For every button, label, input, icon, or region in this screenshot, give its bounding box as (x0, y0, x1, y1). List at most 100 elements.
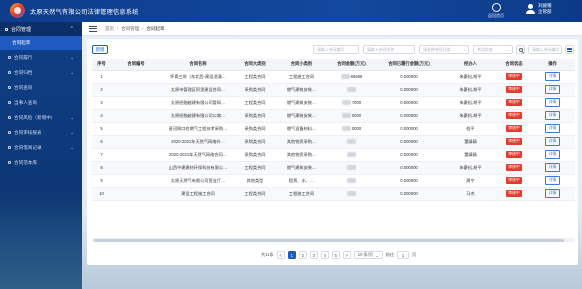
contract-code-cell (111, 96, 161, 110)
detail-button[interactable]: 详情 (545, 98, 560, 107)
doc-icon (8, 146, 11, 149)
goto-label: 前往 (385, 252, 395, 257)
page-button[interactable]: 4 (320, 251, 329, 259)
doc-icon (8, 161, 11, 164)
table-row[interactable]: 2 太原市管理区阿里建设合同… 采购类合同 燃气建筑安装… 0.000000 朱豪松,胡平… (92, 83, 575, 97)
amount-cell (328, 187, 375, 201)
breadcrumb-home[interactable]: 首页 (105, 26, 114, 32)
contract-status-select[interactable]: 合同状态 ⌄ (473, 45, 513, 54)
contract-code-cell (111, 135, 161, 149)
sidebar-item-query[interactable]: 合同查询 (0, 80, 82, 95)
page-button[interactable]: 2 (298, 251, 307, 259)
home-action[interactable]: 返回首页 (488, 3, 504, 20)
sidebar-item-borrow[interactable]: 合同借阅记录 ⌄ (0, 140, 82, 155)
detail-button[interactable]: 详情 (545, 176, 560, 185)
row-number: 1 (92, 70, 111, 84)
column-settings-button[interactable] (565, 45, 574, 54)
detail-button[interactable]: 详情 (545, 137, 560, 146)
nav-group-header[interactable]: 合同管理 ⌃ (0, 22, 82, 36)
contract-name-cell: 山西中建建材环保科技有限公… (161, 161, 235, 175)
performed-amount-cell: 0.000000 (375, 109, 443, 123)
table-row[interactable]: 4 太原经融越建有限公司公墩… 采购类合同 燃气建筑安装… 0000 0.000000 朱豪… (92, 109, 575, 123)
sidebar-item-report[interactable]: 合同审核报表 ⌄ (0, 125, 82, 140)
contract-name-cell: 太原经融越建有限公司公墩… (161, 109, 235, 123)
minor-category-text: 其他物资采购… (286, 151, 317, 157)
major-category-text: 采购类合同 (244, 151, 266, 157)
table-row[interactable]: 5 晋河周口也燃气工程技术采购… 采购类合同 燃气设备材料… 0000 0.000000 档… (92, 122, 575, 136)
handler-text: 朱豪松,胡平 (459, 73, 482, 79)
breadcrumb-contract-management[interactable]: 合同管理 (121, 26, 139, 32)
add-button[interactable]: 新增 (92, 45, 108, 54)
search-button[interactable] (516, 45, 525, 54)
contract-code-cell (111, 161, 161, 175)
major-category-text: 工程类合同 (244, 164, 266, 170)
table-row[interactable]: 9 太原天然气有限公司营业厅… 其他类型 租赁、水、… 0.000000 周宁 审核中 详情 (92, 174, 575, 188)
status-badge: 审核中 (506, 86, 522, 93)
prev-page-button[interactable]: < (276, 251, 285, 259)
table-body: 1 怀青三岸（东北西-建设池涌… 工程类合同 工程施工合同 66696 0.000000 朱… (92, 70, 575, 201)
column-header: 经办人 (443, 59, 498, 71)
scrollbar-thumb[interactable] (94, 238, 564, 242)
table-row[interactable]: 1 怀青三岸（东北西-建设池涌… 工程类合同 工程施工合同 66696 0.000000 朱… (92, 70, 575, 84)
page-button[interactable]: 5 (331, 251, 340, 259)
minor-category-text: 工程施工合同 (288, 190, 315, 196)
detail-button[interactable]: 详情 (545, 189, 560, 198)
doc-icon (8, 86, 11, 89)
minor-category-text: 燃气建筑安装… (286, 164, 317, 170)
breadcrumb-current: 合同起草 (146, 25, 165, 31)
user-menu[interactable]: 刘骏耀 企管部 (526, 3, 552, 15)
minor-category-cell: 燃气建筑安装… (275, 83, 328, 97)
contract-search-input[interactable]: 请输入合同编号 (528, 45, 562, 54)
contract-name-input[interactable]: 请输入合同名称 (363, 45, 415, 54)
row-number: 10 (92, 187, 111, 201)
table-row[interactable]: 6 2020-2021年天然气网络外… 采购类合同 其他物资采购… 0.000000 董婧… (92, 135, 575, 149)
chevron-down-icon: ⌄ (70, 69, 74, 75)
amount-value: 7000 (351, 99, 362, 105)
table-row[interactable]: 8 山西中建建材环保科技有限公… 工程类合同 燃气建筑安装… 0.000000 朱豪松,胡… (92, 161, 575, 175)
table-row[interactable]: 7 2020-2021年天然气网络合同… 采购类合同 其他物资采购… 0.000000 董… (92, 148, 575, 162)
sidebar-item-performance[interactable]: 合同履行 ⌄ (0, 50, 82, 65)
row-number: 7 (100, 152, 103, 157)
breadcrumb-separator: / (117, 25, 119, 31)
amount-cell (328, 148, 375, 162)
sidebar-item-draft[interactable]: 合同起草 (0, 36, 82, 50)
performed-amount-cell: 0.000000 (375, 187, 443, 201)
detail-button[interactable]: 详情 (545, 124, 560, 133)
contract-category-select[interactable]: 请选择合同分类 ⌄ (419, 45, 469, 54)
next-page-button[interactable]: > (342, 251, 351, 259)
row-number: 7 (92, 148, 111, 162)
detail-button[interactable]: 详情 (545, 72, 560, 81)
horizontal-scrollbar[interactable] (92, 238, 575, 242)
redacted-mask (346, 178, 356, 184)
detail-button[interactable]: 详情 (545, 150, 560, 159)
detail-button[interactable]: 详情 (545, 85, 560, 94)
performed-amount-cell: 0.000000 (375, 174, 443, 188)
doc-icon (8, 71, 11, 74)
table-row[interactable]: 3 太原经融越建有限公司管网… 工程类合同 燃气建筑安装… 7000 0.000000 朱豪… (92, 96, 575, 110)
page-size-value: 10 条/页 (357, 252, 374, 257)
column-header: 合同已履行金额(万元) (375, 59, 443, 71)
major-category-cell: 工程类合同 (235, 187, 275, 201)
menu-toggle-icon[interactable] (89, 25, 97, 32)
sidebar-item-risk[interactable]: 合同风险（新增中） ⌄ (0, 110, 82, 125)
breadcrumb: 首页 / 合同管理 / 合同起草 (105, 26, 165, 32)
sidebar-item-archive[interactable]: 合同归档 ⌄ (0, 65, 82, 80)
chevron-down-icon: ⌄ (70, 144, 74, 150)
contract-code-input[interactable]: 请输入合同编号 (313, 45, 359, 54)
page-button[interactable]: 3 (309, 251, 318, 259)
sidebar-item-party-query[interactable]: 当事人查询 (0, 95, 82, 110)
page-size-select[interactable]: 10 条/页 ⌄ (353, 251, 383, 259)
doc-icon (8, 101, 11, 104)
performed-amount-cell: 0.000000 (375, 83, 443, 97)
page-button[interactable]: 1 (287, 251, 296, 259)
detail-button[interactable]: 详情 (545, 111, 560, 120)
goto-page-input[interactable]: 1 (397, 251, 410, 259)
pagination-total: 共11条 (261, 252, 274, 257)
amount-value: 0000 (351, 125, 362, 131)
amount-cell (328, 161, 375, 175)
detail-button[interactable]: 详情 (545, 163, 560, 172)
sidebar-item-template[interactable]: 合同范本库 (0, 155, 82, 170)
breadcrumb-bar: 首页 / 合同管理 / 合同起草 (82, 22, 582, 36)
table-row[interactable]: 10 建设工程施工合同 工程类合同 工程施工合同 0.000000 马杰 审核中 详情 (92, 187, 575, 201)
performed-amount-cell: 0.000000 (375, 135, 443, 149)
